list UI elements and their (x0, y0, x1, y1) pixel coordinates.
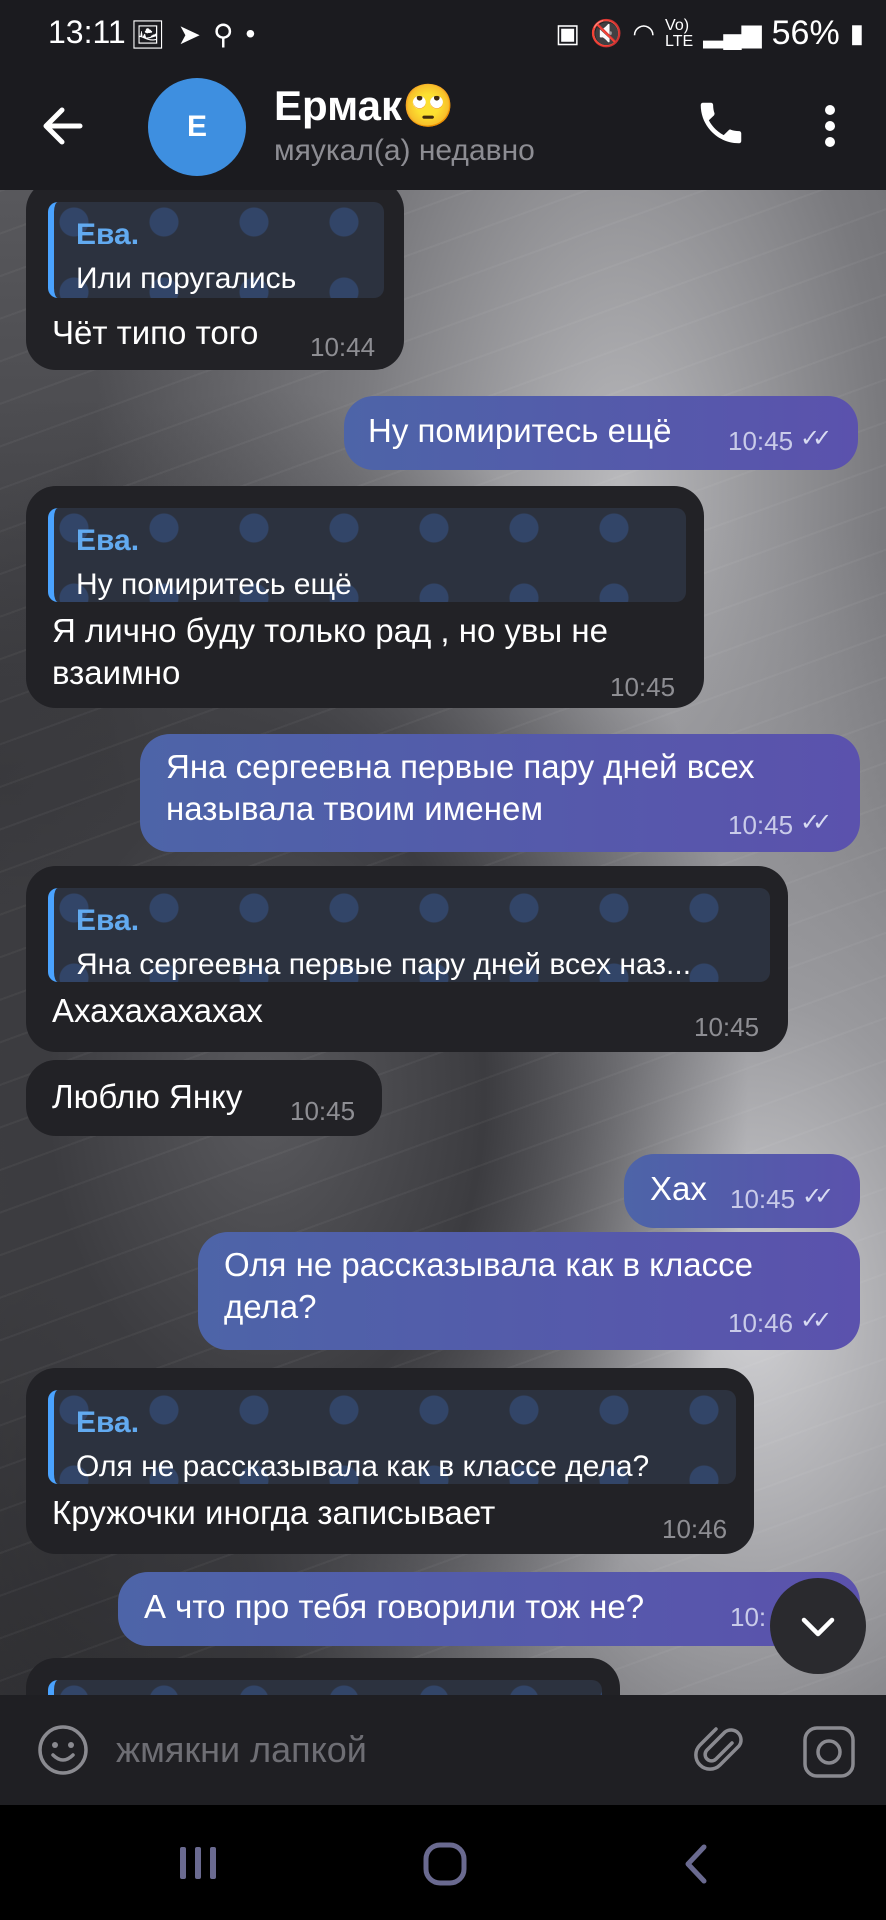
dot-icon: • (245, 18, 256, 49)
message-bubble-outgoing[interactable]: Яна сергеевна первые пару дней всех назы… (140, 734, 860, 852)
contact-status: мяукал(а) недавно (274, 134, 535, 167)
status-bar: 13:11 🖼 ➤ ⚲ • ▣ 🔇 ◠ Vo) LTE ▂▄▆ 56% ▮ (0, 0, 886, 66)
message-text: Ахахахахахах (52, 992, 263, 1029)
read-checks-icon: ✓✓ (800, 425, 832, 452)
message-time: 10:45 (694, 1012, 760, 1042)
back-arrow-icon (43, 107, 83, 145)
reply-author: Ева. (76, 524, 140, 557)
message-text: Люблю Янку (52, 1078, 243, 1115)
home-button[interactable] (422, 1841, 468, 1892)
reply-author: Ева. (76, 904, 140, 937)
message-time: 10: (730, 1602, 767, 1632)
read-checks-icon: ✓✓ (802, 1183, 834, 1210)
avatar[interactable]: E (148, 78, 246, 176)
message-bubble-incoming[interactable]: Ева. Оля не рассказывала как в классе де… (26, 1368, 754, 1554)
message-text: Ну помиритесь ещё (368, 412, 672, 449)
message-text-line: называла твоим именем (166, 790, 544, 827)
read-checks-icon: ✓✓ (800, 1307, 832, 1334)
message-time: 10:46 (662, 1514, 728, 1544)
more-options-button[interactable] (810, 96, 850, 156)
back-chevron-icon (685, 1844, 707, 1884)
message-time: 10:45 (730, 1184, 796, 1214)
message-text-line: взаимно (52, 654, 181, 691)
message-bubble-incoming[interactable]: Люблю Янку 10:45 (26, 1060, 382, 1136)
message-bubble-outgoing[interactable]: А что про тебя говорили тож не? 10: (118, 1572, 860, 1646)
message-time: 10:44 (310, 332, 376, 362)
reply-author: Ева. (76, 218, 140, 251)
volte-icon: Vo) LTE (665, 16, 694, 50)
message-bubble-outgoing[interactable]: Хах 10:45 ✓✓ (624, 1154, 860, 1228)
home-icon (423, 1842, 467, 1886)
back-button[interactable] (36, 96, 96, 156)
reply-preview (48, 1680, 602, 1695)
chevron-down-icon (801, 1617, 835, 1637)
message-bubble-outgoing[interactable]: Оля не рассказывала как в классе дела? 1… (198, 1232, 860, 1350)
message-time: 10:45 (728, 810, 794, 840)
scroll-to-bottom-button[interactable] (770, 1578, 866, 1674)
reply-text: Яна сергеевна первые пару дней всех наз.… (76, 948, 692, 981)
status-time: 13:11 (48, 14, 126, 50)
reply-preview[interactable]: Ева. Ну помиритесь ещё (48, 508, 686, 602)
reply-author: Ева. (76, 1406, 140, 1439)
message-text-line: дела? (224, 1288, 317, 1325)
reply-preview[interactable]: Ева. Оля не рассказывала как в классе де… (48, 1390, 736, 1484)
message-time: 10:45 (290, 1096, 356, 1126)
recent-apps-icon (180, 1847, 216, 1879)
emoji-button[interactable] (36, 1723, 90, 1777)
message-text: А что про тебя говорили тож не? (144, 1588, 645, 1625)
message-time: 10:45 (728, 426, 794, 456)
message-bubble-incoming-partial[interactable] (26, 1658, 620, 1695)
message-text-line: Оля не рассказывала как в классе (224, 1246, 753, 1283)
system-nav-bar (0, 1805, 886, 1920)
image-icon: 🖼 (130, 19, 166, 50)
reply-text: Оля не рассказывала как в классе дела? (76, 1450, 650, 1483)
battery-percent: 56% (771, 14, 840, 52)
message-input[interactable]: жмякни лапкой (116, 1729, 367, 1771)
message-text: Хах (650, 1170, 707, 1207)
more-vert-icon (825, 105, 835, 147)
search-icon: ⚲ (213, 19, 234, 50)
message-text: Чёт типо того (52, 314, 259, 351)
attach-button[interactable] (694, 1723, 748, 1777)
avatar-letter: E (186, 110, 207, 143)
alarm-icon: ▣ (555, 18, 580, 48)
battery-icon: ▮ (849, 18, 864, 48)
contact-name[interactable]: Ермак🙄 (274, 82, 454, 131)
message-bubble-incoming[interactable]: Ева. Яна сергеевна первые пару дней всех… (26, 866, 788, 1052)
mute-icon: 🔇 (589, 18, 623, 48)
camera-button[interactable] (800, 1723, 858, 1781)
message-bubble-outgoing[interactable]: Ну помиритесь ещё 10:45 ✓✓ (344, 396, 858, 470)
emoji-icon (38, 1725, 88, 1775)
chat-header: E Ермак🙄 мяукал(а) недавно (0, 66, 886, 190)
message-text-line: Я лично буду только рад , но увы не (52, 612, 608, 649)
paperclip-icon (694, 1727, 743, 1771)
message-time: 10:46 (728, 1308, 794, 1338)
signal-icon: ▂▄▆ (703, 18, 762, 48)
reply-text: Или поругались (76, 262, 297, 295)
message-time: 10:45 (610, 672, 676, 702)
system-back-button[interactable] (680, 1841, 710, 1892)
camera-icon (803, 1726, 855, 1778)
wifi-icon: ◠ (632, 18, 656, 48)
telegram-icon: ➤ (177, 19, 202, 50)
message-input-bar: жмякни лапкой (0, 1695, 886, 1805)
message-bubble-incoming[interactable]: Ева. Или поругались Чёт типо того 10:44 (26, 190, 404, 370)
message-list[interactable]: Ева. Или поругались Чёт типо того 10:44 … (0, 190, 886, 1695)
reply-preview[interactable]: Ева. Или поругались (48, 202, 384, 298)
reply-preview[interactable]: Ева. Яна сергеевна первые пару дней всех… (48, 888, 770, 982)
phone-icon (700, 102, 742, 144)
message-text-line: Яна сергеевна первые пару дней всех (166, 748, 755, 785)
message-text: Кружочки иногда записывает (52, 1494, 496, 1531)
call-button[interactable] (694, 96, 748, 150)
read-checks-icon: ✓✓ (800, 809, 832, 836)
reply-text: Ну помиритесь ещё (76, 568, 352, 601)
message-bubble-incoming[interactable]: Ева. Ну помиритесь ещё Я лично буду толь… (26, 486, 704, 708)
recent-apps-button[interactable] (178, 1843, 218, 1888)
